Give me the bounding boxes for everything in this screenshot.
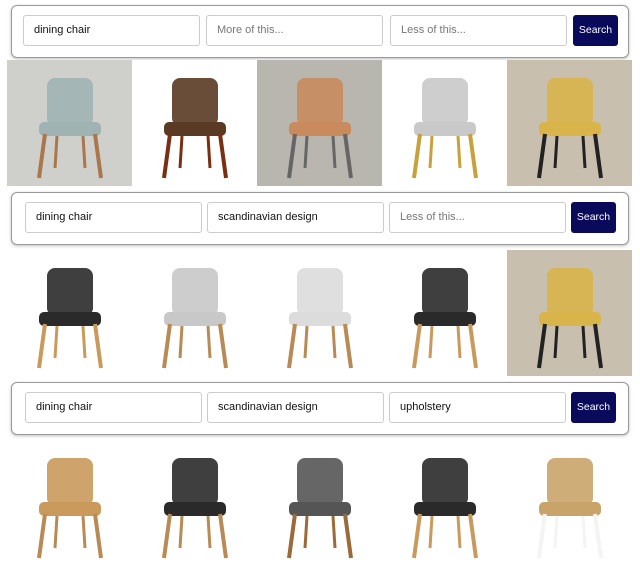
chair-image[interactable] [257,440,382,566]
chair-image[interactable] [132,250,257,376]
chair-image[interactable] [7,440,132,566]
chair-image[interactable] [382,250,507,376]
chair-image[interactable] [7,60,132,186]
chair-image[interactable] [132,60,257,186]
more-of-this-input[interactable]: More of this... [206,15,383,46]
chair-image[interactable] [382,440,507,566]
less-of-this-input[interactable]: Less of this... [390,15,567,46]
less-of-this-input[interactable]: Less of this... [389,202,566,233]
less-of-this-input[interactable]: upholstery [389,392,566,423]
search-panel: dining chair scandinavian design upholst… [11,382,629,435]
more-of-this-input[interactable]: scandinavian design [207,392,384,423]
chair-image[interactable] [257,250,382,376]
query-input[interactable]: dining chair [25,392,202,423]
results-row [7,60,633,186]
more-of-this-input[interactable]: scandinavian design [207,202,384,233]
chair-image[interactable] [507,60,632,186]
chair-image[interactable] [132,440,257,566]
search-button[interactable]: Search [573,15,618,46]
query-input[interactable]: dining chair [25,202,202,233]
results-row [7,440,633,566]
results-row [7,250,633,376]
search-button[interactable]: Search [571,202,616,233]
search-button[interactable]: Search [571,392,616,423]
chair-image[interactable] [507,440,632,566]
chair-image[interactable] [7,250,132,376]
search-panel: dining chair scandinavian design Less of… [11,192,629,245]
query-input[interactable]: dining chair [23,15,200,46]
chair-image[interactable] [507,250,632,376]
chair-image[interactable] [257,60,382,186]
search-panel: dining chair More of this... Less of thi… [11,5,629,58]
chair-image[interactable] [382,60,507,186]
